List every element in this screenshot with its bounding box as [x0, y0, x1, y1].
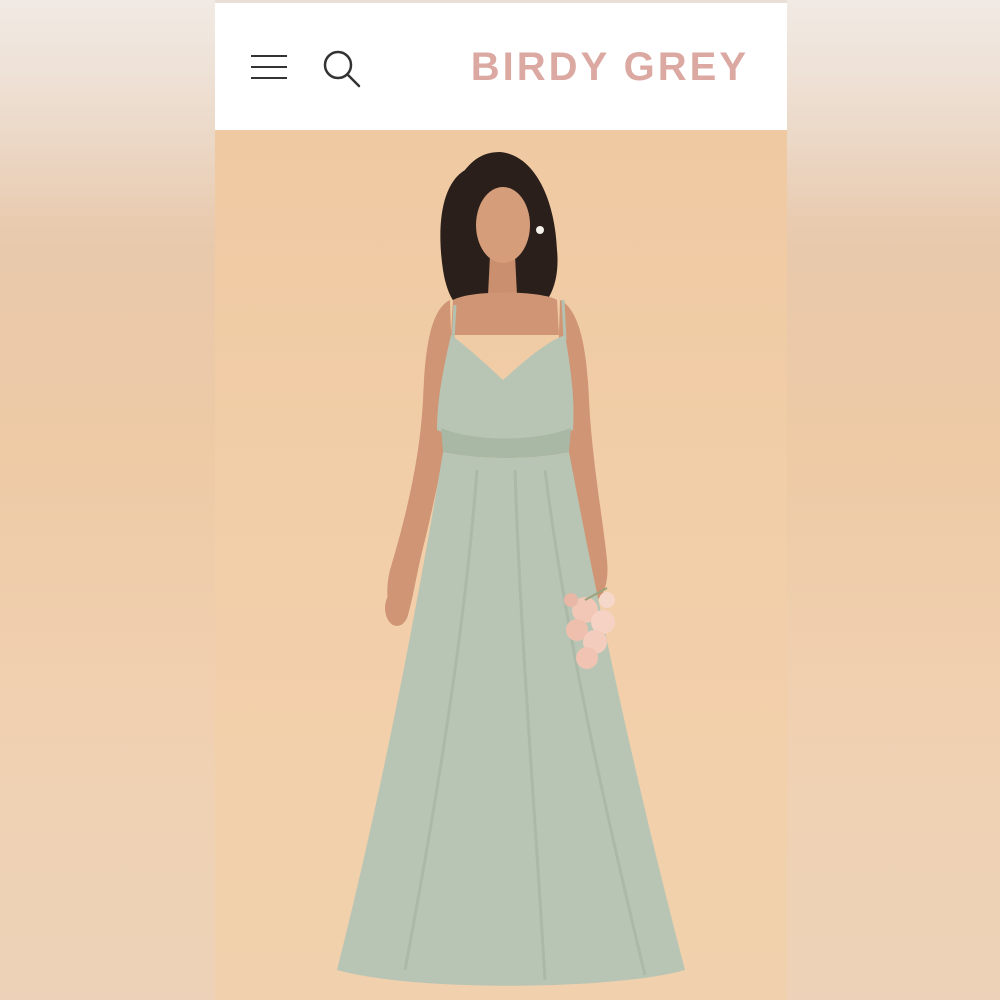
hamburger-menu-icon[interactable] — [251, 53, 287, 81]
search-icon[interactable] — [321, 48, 363, 90]
brand-logo[interactable]: BIRDY GREY — [471, 45, 749, 90]
product-hero-image — [215, 130, 787, 1000]
mobile-page: BIRDY GREY — [215, 0, 787, 1000]
model-illustration — [337, 152, 685, 986]
site-header: BIRDY GREY — [215, 0, 787, 130]
